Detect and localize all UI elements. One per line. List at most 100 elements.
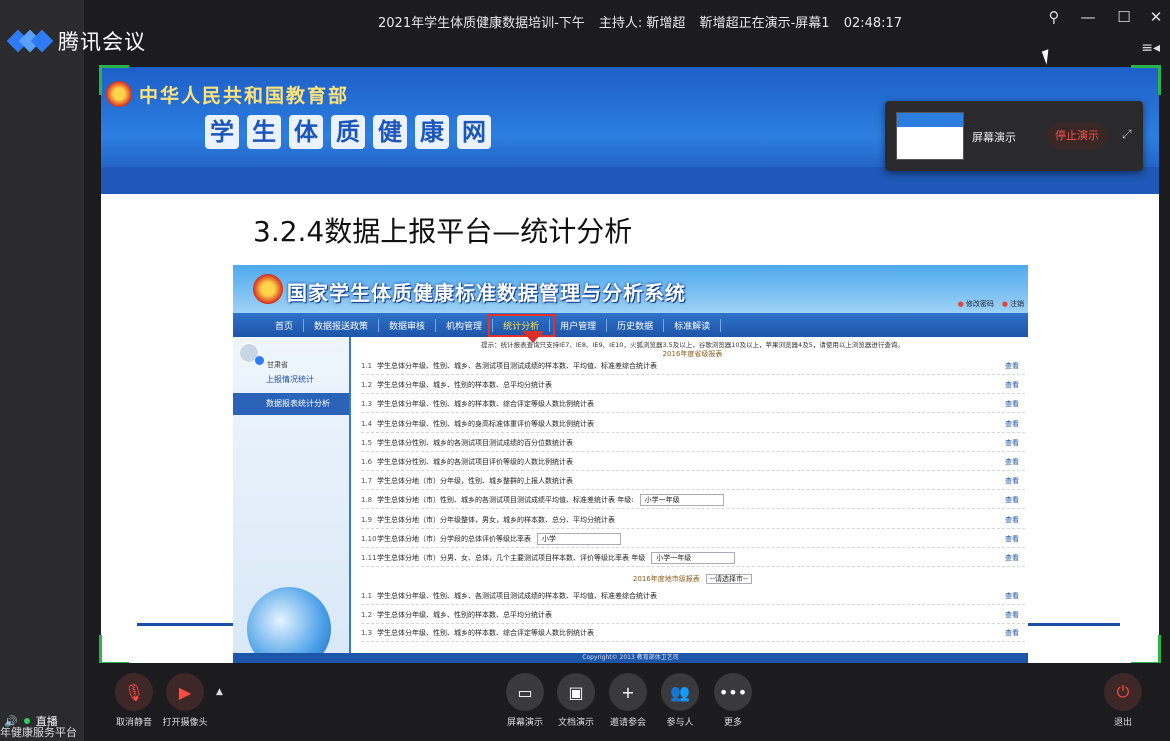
title-bar: 2021年学生体质健康数据培训-下午 主持人: 靳增超 靳增超正在演示-屏幕1 …	[84, 0, 1170, 40]
view-link: 查看	[1005, 610, 1019, 619]
change-password-link: 修改密码	[958, 299, 994, 309]
screen-share-icon: ▭	[506, 673, 544, 711]
row-number: 1.10	[361, 534, 377, 543]
share-thumbnail[interactable]	[896, 112, 964, 160]
side-panel-toggle-icon[interactable]: ≡◂	[1141, 40, 1160, 56]
row-number: 1.8	[361, 496, 373, 505]
power-icon: ⏻	[1104, 673, 1142, 711]
row-title: 学生总体分地（市）分年级，性别、城乡整群的上报人数统计表	[377, 477, 573, 486]
doc-share-button[interactable]: ▣ 文档演示	[547, 673, 605, 728]
row-title: 学生总体分性别、城乡的各测试项目评价等级的人数比例统计表	[377, 458, 573, 466]
share-label: 屏幕演示	[972, 131, 1016, 144]
row-number: 1.3	[361, 629, 373, 637]
view-link: 查看	[1005, 362, 1019, 370]
browser-tip: 提示：统计报表查询只支持IE7、IE8、IE9、IE10，火狐浏览器3.5及以上…	[481, 341, 904, 349]
minimize-button[interactable]: —	[1076, 8, 1100, 26]
view-link: 查看	[1005, 458, 1019, 466]
logout-link: 注销	[1002, 299, 1024, 309]
view-link: 查看	[1005, 554, 1019, 562]
folder-share-icon: ▣	[557, 673, 595, 711]
view-link: 查看	[1005, 438, 1019, 447]
row-title: 学生总体分年级、性别、城乡的样本数、综合评定等级人数比例统计表	[377, 400, 594, 409]
row-title: 学生总体分年级、性别、城乡、各测试项目测试成绩的样本数、平均值、标准差综合统计表	[377, 362, 657, 370]
row-title: 学生总体分地（市）分男、女、总体，几个主要测试项目样本数、评价等级比率表 年级	[377, 554, 646, 562]
close-button[interactable]: ✕	[1144, 8, 1168, 26]
system-title: 国家学生体质健康标准数据管理与分析系统	[287, 281, 686, 305]
site-name-char: 体	[289, 115, 323, 149]
table-row: 1.8 学生总体分地（市）性别、城乡的各测试项目测试成绩平均值、标准差统计表 年级…	[361, 491, 1025, 510]
national-emblem-icon	[253, 274, 283, 304]
unmute-button[interactable]: 🎙 取消静音	[105, 673, 163, 728]
globe-image	[247, 587, 331, 663]
grade-select: 小学	[537, 532, 621, 545]
table-row: 1.6 学生总体分性别、城乡的各测试项目评价等级的人数比例统计表 查看	[361, 453, 1025, 471]
view-link: 查看	[1005, 477, 1019, 486]
participants-icon: 👥	[661, 673, 699, 711]
site-name-char: 网	[457, 115, 491, 149]
system-footer: Copyright© 2013 教育部体卫艺司	[233, 653, 1028, 663]
caret-up-icon[interactable]: ▲	[216, 687, 223, 697]
camera-button[interactable]: ▶ 打开摄像头	[156, 673, 214, 728]
view-link: 查看	[1005, 496, 1019, 505]
view-link: 查看	[1005, 400, 1019, 409]
nav-item: 数据报送政策	[304, 318, 380, 332]
site-name-char: 生	[247, 115, 281, 149]
system-sidebar: 甘肃省 上报情况统计 数据报表统计分析	[233, 337, 351, 663]
maximize-button[interactable]: ☐	[1112, 8, 1136, 26]
row-number: 1.3	[361, 400, 373, 409]
presenting-status: 靳增超正在演示-屏幕1	[699, 16, 830, 31]
screen-share-button[interactable]: ▭ 屏幕演示	[496, 673, 554, 728]
view-link: 查看	[1005, 534, 1019, 543]
participants-button[interactable]: 👥 参与人	[651, 673, 709, 728]
row-number: 1.11	[361, 554, 377, 562]
site-name-char: 质	[331, 115, 365, 149]
more-button[interactable]: ••• 更多	[704, 673, 762, 728]
view-link: 查看	[1005, 629, 1019, 637]
table-row: 1.9 学生总体分地（市）分年级整体，男女，城乡的样本数、总分、平均分统计表 查看	[361, 511, 1025, 529]
grade-select: 小学一年级	[639, 494, 724, 507]
row-number: 1.4	[361, 419, 373, 428]
row-number: 1.9	[361, 515, 373, 524]
view-link: 查看	[1005, 592, 1019, 600]
tencent-meeting-logo-icon	[6, 29, 54, 53]
sidebar-item-upload-stats: 上报情况统计	[266, 375, 314, 384]
nav-item: 用户管理	[550, 318, 608, 332]
stop-sharing-button[interactable]: 停止演示	[1047, 123, 1107, 149]
nav-item: 历史数据	[607, 318, 665, 332]
camera-off-icon: ▶	[166, 673, 204, 711]
table-row: 1.3 学生总体分年级、性别、城乡的样本数、综合评定等级人数比例统计表 查看	[361, 395, 1025, 414]
leave-button[interactable]: ⏻ 退出	[1094, 673, 1152, 728]
table-row: 1.11学生总体分地（市）分男、女、总体，几个主要测试项目样本数、评价等级比率表…	[361, 549, 1025, 567]
ministry-name: 中华人民共和国教育部	[139, 85, 350, 107]
city-select: --请选择市--	[705, 574, 753, 584]
screen-share-popup: 屏幕演示 停止演示 ⤢	[885, 101, 1143, 171]
more-icon: •••	[714, 673, 752, 711]
table-row: 1.1 学生总体分年级、性别、城乡、各测试项目测试成绩的样本数、平均值、标准差综合…	[361, 357, 1025, 375]
invite-button[interactable]: + 邀请参会	[599, 673, 657, 728]
table-row: 1.4 学生总体分年级、性别、城乡的身高标准体重评价等级人数比例统计表 查看	[361, 415, 1025, 433]
meeting-window: 腾讯会议 2021年学生体质健康数据培训-下午 主持人: 靳增超 靳增超正在演示…	[0, 0, 1170, 741]
share-frame-corner	[99, 65, 129, 95]
site-name-char: 健	[373, 115, 407, 149]
decorative-line	[137, 623, 233, 626]
table-row: 1.2 学生总体分年级、城乡、性别的样本数、总平均分统计表 查看	[361, 606, 1025, 624]
row-number: 1.5	[361, 438, 373, 447]
expand-icon[interactable]: ⤢	[1122, 127, 1132, 142]
row-number: 1.2	[361, 610, 373, 619]
table-row: 1.10学生总体分地（市）分学段的总体评价等级比率表 小学 查看	[361, 530, 1025, 548]
bottom-toolbar: 🎙 取消静音 ▶ 打开摄像头 ▲ ▭ 屏幕演示 ▣ 文档演示 + 邀请参会 👥 …	[84, 663, 1170, 741]
left-strip	[0, 0, 84, 741]
view-link: 查看	[1005, 381, 1019, 390]
system-banner: 国家学生体质健康标准数据管理与分析系统 修改密码 注销	[233, 265, 1028, 313]
report-heading: 2016年度地市级报表 --请选择市--	[357, 574, 1028, 584]
table-row: 1.3 学生总体分年级、性别、城乡的样本数、综合评定等级人数比例统计表 查看	[361, 624, 1025, 642]
pin-icon[interactable]: ⚲	[1042, 8, 1066, 26]
row-title: 学生总体分性别、城乡的各测试项目测试成绩的百分位数统计表	[377, 438, 573, 447]
site-name-char: 康	[415, 115, 449, 149]
table-row: 1.1 学生总体分年级、性别、城乡、各测试项目测试成绩的样本数、平均值、标准差综合…	[361, 587, 1025, 605]
share-frame-corner	[1131, 65, 1161, 95]
mouse-cursor-icon	[1041, 49, 1054, 65]
table-row: 1.7 学生总体分地（市）分年级，性别、城乡整群的上报人数统计表 查看	[361, 472, 1025, 491]
nav-item: 标准解读	[664, 318, 722, 332]
system-user-links: 修改密码 注销	[958, 299, 1024, 309]
